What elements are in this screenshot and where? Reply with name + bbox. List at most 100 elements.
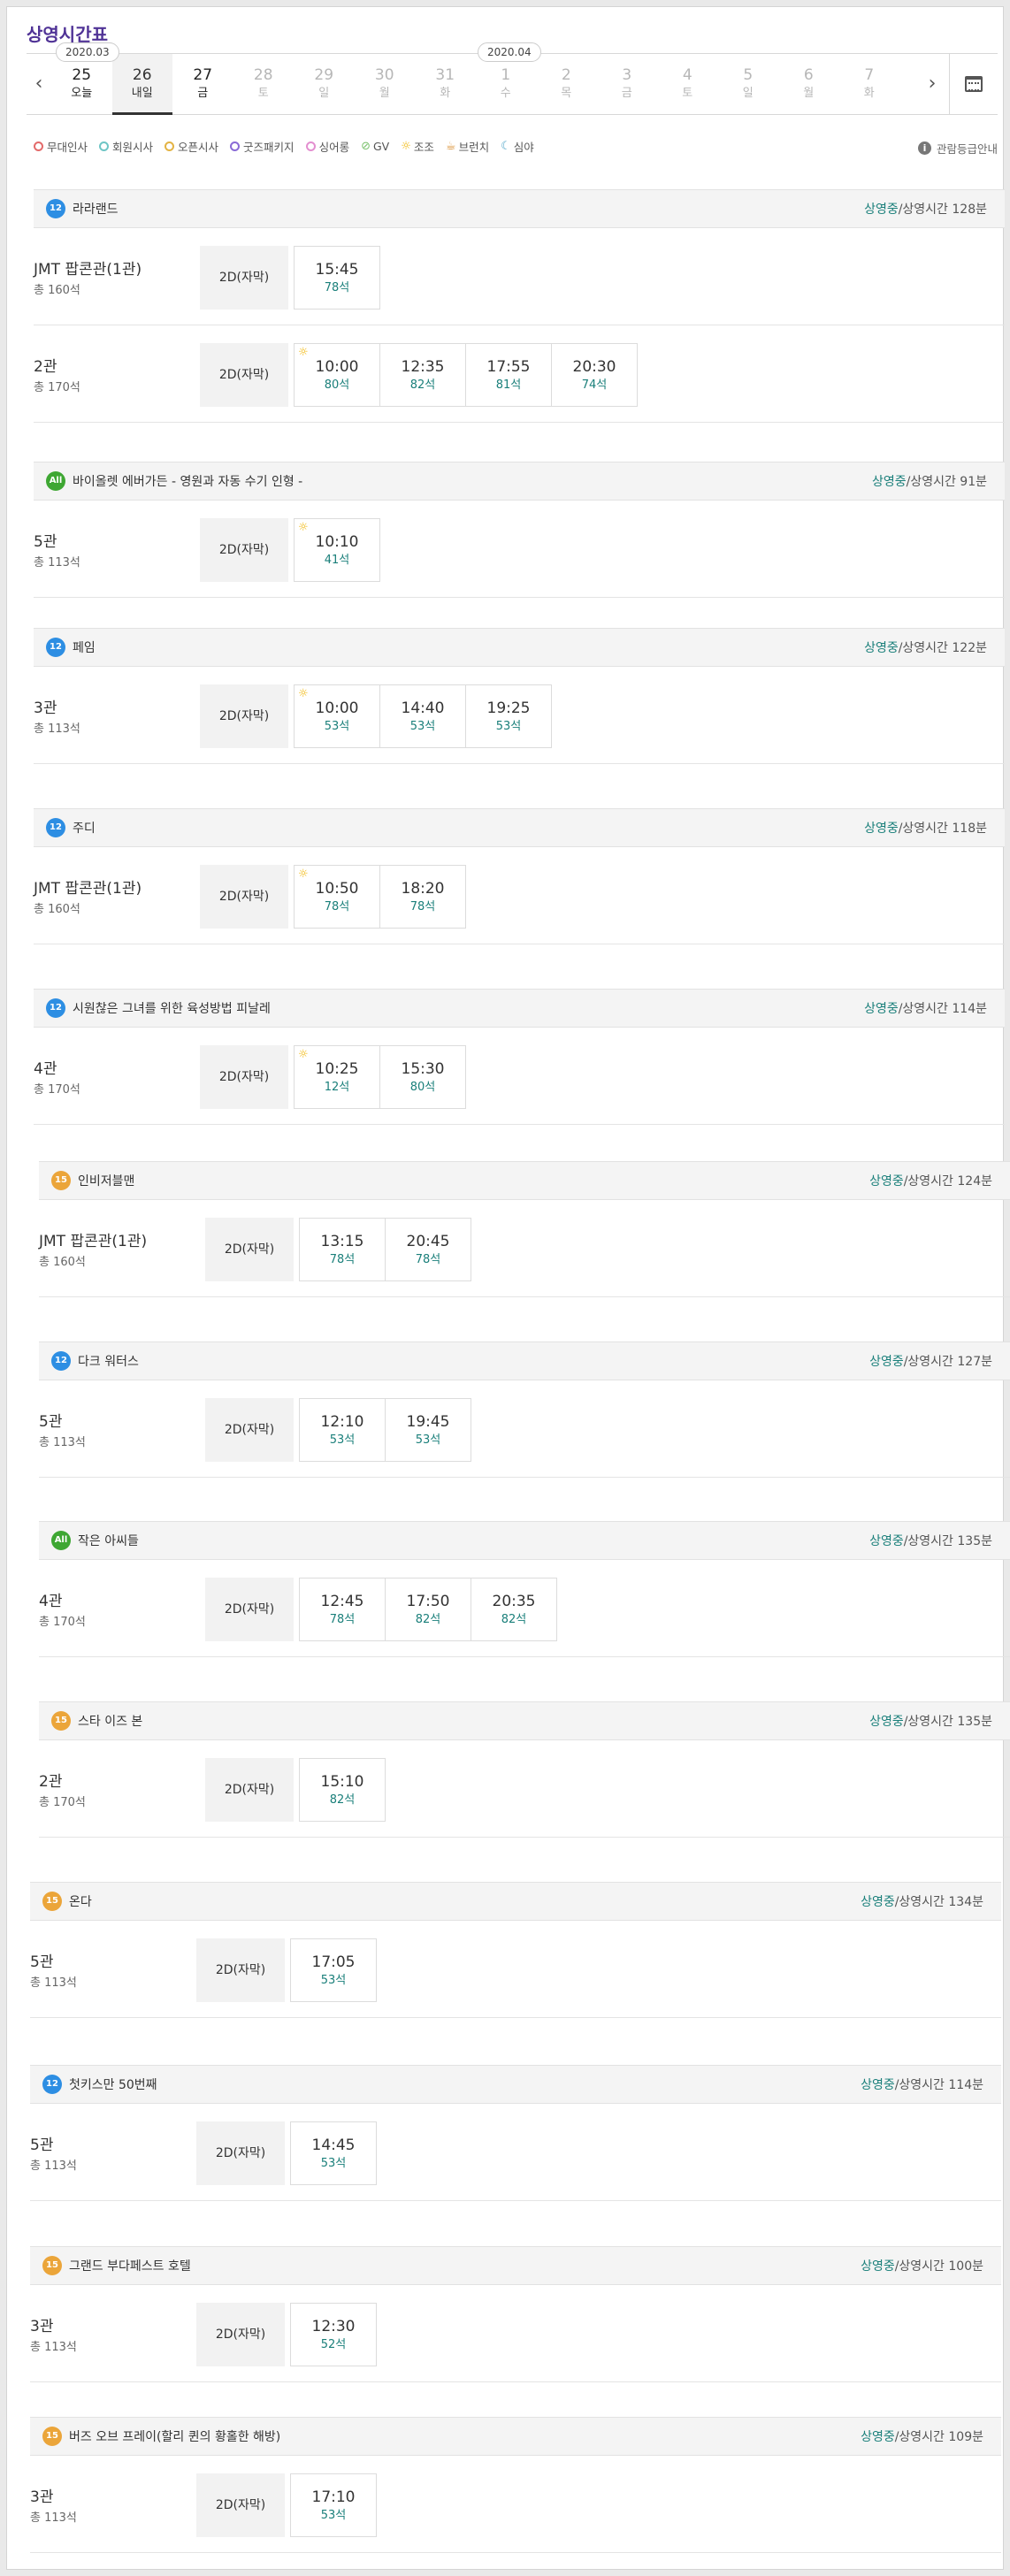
runtime-value: 135분: [957, 1534, 992, 1548]
date-number: 29: [314, 66, 334, 84]
showtime-button[interactable]: 20:45 78석: [385, 1218, 471, 1281]
showtime-button[interactable]: 12:30 52석: [290, 2303, 377, 2366]
movie-title[interactable]: 첫키스만 50번째: [69, 2066, 157, 2105]
showtime-time: 15:10: [320, 1773, 364, 1791]
screen-type: 2D(자막): [200, 518, 288, 582]
hall-info: 3관 총 113석: [30, 2317, 77, 2356]
showtime-list: ☼ 10:50 78석 18:20 78석: [294, 865, 466, 929]
date-weekday: 월: [379, 87, 390, 100]
date-item[interactable]: 27 금: [172, 54, 233, 114]
showtime-button[interactable]: 15:30 80석: [379, 1045, 466, 1109]
showtime-button[interactable]: 19:45 53석: [385, 1398, 471, 1462]
early-bird-sun-icon: ☼: [298, 868, 309, 881]
date-weekday: 일: [318, 87, 330, 100]
showtime-list: 15:10 82석: [299, 1758, 386, 1822]
date-number: 31: [435, 66, 455, 84]
movie-title[interactable]: 그랜드 부다페스트 호텔: [69, 2247, 191, 2286]
showtime-button[interactable]: 12:45 78석: [299, 1578, 386, 1641]
showtime-button[interactable]: ☼ 10:00 53석: [294, 684, 380, 748]
date-item[interactable]: 26 내일: [111, 54, 172, 115]
showtime-button[interactable]: 12:10 53석: [299, 1398, 386, 1462]
showtime-time: 17:50: [406, 1593, 450, 1610]
movie-block: 12 첫키스만 50번째 상영중/상영시간 114분 5관 총 113석 2D(자막) 14…: [30, 2065, 1001, 2201]
showtime-button[interactable]: 17:05 53석: [290, 1938, 377, 2002]
movie-title[interactable]: 시원찮은 그녀를 위한 육성방법 피날레: [73, 990, 271, 1028]
showtime-button[interactable]: 12:35 82석: [379, 343, 466, 407]
showtime-seats: 78석: [329, 1253, 356, 1266]
sun-icon: ☼: [401, 140, 411, 153]
showtime-button[interactable]: 17:50 82석: [385, 1578, 471, 1641]
movie-title[interactable]: 페임: [73, 629, 96, 668]
next-dates-button[interactable]: ›: [920, 54, 945, 114]
legend-label: 브런치: [458, 141, 490, 154]
date-item: 29 일: [294, 54, 355, 114]
movie-block: 12 주디 상영중/상영시간 118분 JMT 팝콘관(1관) 총 160석 2D(자막)…: [34, 808, 1005, 944]
runtime-value: 134분: [948, 1895, 983, 1909]
showtime-button[interactable]: ☼ 10:50 78석: [294, 865, 380, 929]
date-item[interactable]: 25 오늘: [51, 54, 112, 114]
screen-type: 2D(자막): [205, 1578, 294, 1641]
showtime-time: 10:25: [315, 1060, 359, 1078]
showtime-seats: 78석: [324, 281, 350, 294]
showtime-list: 12:30 52석: [290, 2303, 377, 2366]
date-number: 27: [193, 66, 213, 84]
prev-dates-button[interactable]: ‹: [27, 54, 51, 114]
hall-total-seats: 총 113석: [30, 1976, 77, 1990]
rating-guide-link[interactable]: i 관람등급안내: [917, 140, 998, 157]
runtime-value: 127분: [957, 1355, 992, 1369]
showtime-button[interactable]: 19:25 53석: [465, 684, 552, 748]
showtime-list: 12:10 53석 19:45 53석: [299, 1398, 471, 1462]
showtime-button[interactable]: ☼ 10:00 80석: [294, 343, 380, 407]
showtime-button[interactable]: ☼ 10:25 12석: [294, 1045, 380, 1109]
showtime-button[interactable]: 17:55 81석: [465, 343, 552, 407]
showtime-time: 12:35: [401, 358, 445, 376]
showtime-time: 13:15: [320, 1233, 364, 1250]
age-rating-badge: 12: [46, 199, 65, 218]
runtime-value: 128분: [952, 203, 987, 217]
movie-title[interactable]: 바이올렛 에버가든 - 영원과 자동 수기 인형 -: [73, 462, 302, 501]
screening-status: 상영중: [864, 641, 899, 655]
movie-title[interactable]: 작은 아씨들: [78, 1522, 139, 1561]
legend-label: 조조: [413, 141, 434, 154]
movie-title[interactable]: 라라랜드: [73, 190, 119, 229]
showtime-seats: 78석: [409, 900, 436, 913]
showtime-button[interactable]: 17:10 53석: [290, 2473, 377, 2537]
screen-type: 2D(자막): [205, 1398, 294, 1462]
hall-name: 3관: [34, 699, 57, 717]
movie-title[interactable]: 스타 이즈 본: [78, 1702, 142, 1741]
showtime-button[interactable]: 18:20 78석: [379, 865, 466, 929]
showtime-button[interactable]: 14:45 53석: [290, 2121, 377, 2185]
showtime-list: 13:15 78석 20:45 78석: [299, 1218, 471, 1281]
showtime-button[interactable]: 20:35 82석: [471, 1578, 557, 1641]
hall-name: 2관: [34, 358, 57, 376]
showtime-time: 20:45: [406, 1233, 450, 1250]
date-number: 7: [864, 66, 875, 84]
showtime-button[interactable]: ☼ 10:10 41석: [294, 518, 380, 582]
showtime-time: 17:10: [311, 2488, 356, 2506]
showtime-button[interactable]: 13:15 78석: [299, 1218, 386, 1281]
showtime-button[interactable]: 15:10 82석: [299, 1758, 386, 1822]
early-bird-sun-icon: ☼: [298, 521, 309, 534]
movie-header: All 작은 아씨들 상영중/상영시간 135분: [39, 1521, 1010, 1560]
date-weekday: 금: [197, 87, 209, 100]
legend-item: ☼ 조조: [401, 138, 434, 155]
showtime-button[interactable]: 20:30 74석: [551, 343, 638, 407]
movie-title[interactable]: 주디: [73, 809, 96, 848]
showtime-time: 17:55: [486, 358, 531, 376]
date-weekday: 금: [621, 87, 632, 100]
date-weekday: 토: [682, 87, 693, 100]
age-rating-badge: 12: [46, 998, 65, 1018]
hall-name: 4관: [39, 1593, 63, 1610]
hall-total-seats: 총 113석: [34, 556, 80, 569]
movie-title[interactable]: 온다: [69, 1883, 92, 1922]
showtime-list: 12:45 78석 17:50 82석 20:35 82석: [299, 1578, 557, 1641]
movie-title[interactable]: 다크 워터스: [78, 1342, 139, 1381]
screen-type: 2D(자막): [196, 2121, 285, 2185]
movie-title[interactable]: 버즈 오브 프레이(할리 퀸의 황홀한 해방): [69, 2418, 280, 2457]
calendar-button[interactable]: [949, 54, 998, 114]
hall-name: 5관: [34, 533, 57, 551]
showtime-button[interactable]: 14:40 53석: [379, 684, 466, 748]
movie-title[interactable]: 인비저블맨: [78, 1162, 134, 1201]
showtime-button[interactable]: 15:45 78석: [294, 246, 380, 310]
screen-type: 2D(자막): [200, 246, 288, 310]
